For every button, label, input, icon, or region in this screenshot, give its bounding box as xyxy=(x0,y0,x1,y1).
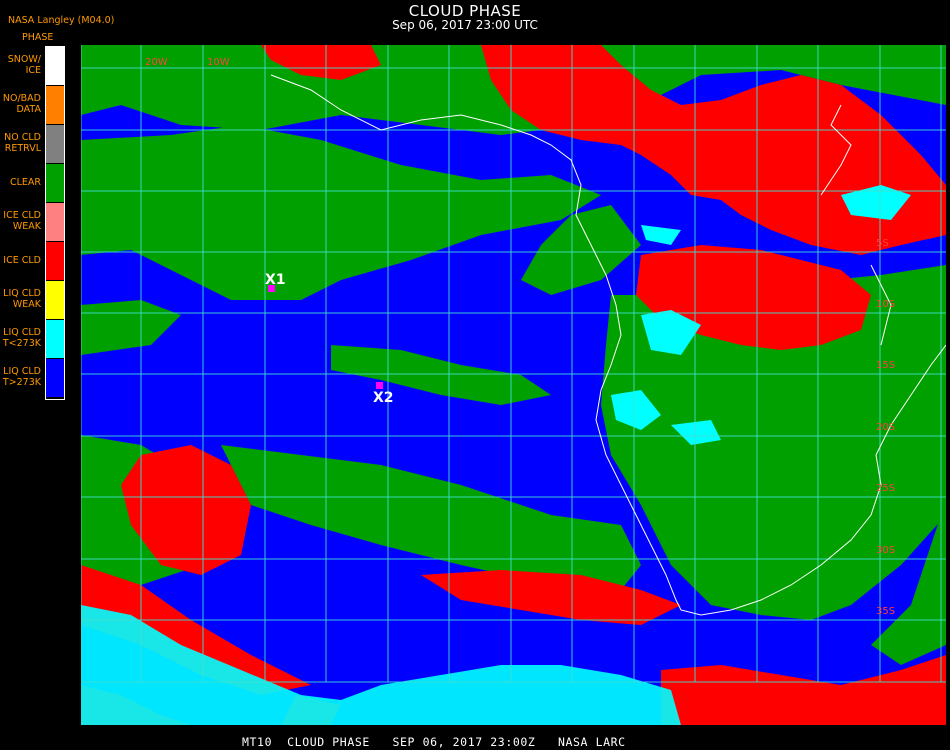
latitude-label: 5S xyxy=(876,238,889,249)
legend-label-line2: RETRVL xyxy=(4,143,41,154)
credit-label: NASA Langley (M04.0) xyxy=(8,15,115,26)
latitude-label: 15S xyxy=(876,360,895,371)
legend-label-line2: ICE xyxy=(25,65,41,76)
latitude-label: 30S xyxy=(876,545,895,556)
legend-label: SNOW/ICE xyxy=(0,54,41,76)
legend-label-line2: DATA xyxy=(16,104,41,115)
legend-swatch xyxy=(46,320,65,358)
latitude-label: 10S xyxy=(876,299,895,310)
latitude-label: 20S xyxy=(876,422,895,433)
legend-label-line1: LIQ CLD xyxy=(3,366,41,377)
legend-label: NO/BAD DATA xyxy=(0,93,41,115)
legend-swatch xyxy=(46,203,65,241)
marker-label: X2 xyxy=(373,390,394,406)
legend-label: LIQ CLD T>273K xyxy=(0,366,41,388)
legend-label-line1: CLEAR xyxy=(9,176,41,188)
latitude-label: 35S xyxy=(876,606,895,617)
legend-swatch xyxy=(46,359,65,397)
longitude-label: 10W xyxy=(207,57,230,68)
legend-label-line1: ICE CLD xyxy=(3,254,41,266)
legend-label-line1: ICE CLD xyxy=(3,210,41,221)
legend-label-line2: WEAK xyxy=(12,299,41,310)
legend-title: PHASE xyxy=(22,32,54,43)
legend-swatch xyxy=(46,86,65,124)
legend-label-line1: LIQ CLD xyxy=(3,327,41,338)
legend-swatch xyxy=(46,125,65,163)
map-canvas: 5S 10S 15S 20S 25S 30S 35S 20W 10W X1 X2 xyxy=(81,45,946,725)
latitude-label: 25S xyxy=(876,483,895,494)
marker-point[interactable] xyxy=(376,382,383,389)
chart-timestamp: Sep 06, 2017 23:00 UTC xyxy=(392,18,538,32)
footer-caption: MT10 CLOUD PHASE SEP 06, 2017 23:00Z NAS… xyxy=(242,735,626,749)
legend-label: ICE CLD WEAK xyxy=(0,210,41,232)
legend-label-line1: NO CLD xyxy=(4,132,41,143)
legend-label-line1: LIQ CLD xyxy=(3,288,41,299)
legend-label-line2: WEAK xyxy=(12,221,41,232)
legend-swatch xyxy=(46,47,65,85)
cloud-phase-map[interactable]: 5S 10S 15S 20S 25S 30S 35S 20W 10W X1 X2 xyxy=(81,45,946,725)
marker-label: X1 xyxy=(265,272,286,288)
legend-swatch xyxy=(46,281,65,319)
longitude-label: 20W xyxy=(145,57,168,68)
legend-label-line1: SNOW/ xyxy=(7,54,41,65)
legend-label: LIQ CLD T<273K xyxy=(0,327,41,349)
legend-label: NO CLD RETRVL xyxy=(0,132,41,154)
legend-swatch xyxy=(46,164,65,202)
legend-swatch xyxy=(46,242,65,280)
legend-label: LIQ CLD WEAK xyxy=(0,288,41,310)
legend-label-line2: T<273K xyxy=(2,338,41,349)
legend-label: CLEAR xyxy=(0,177,41,188)
legend-label: ICE CLD xyxy=(0,255,41,266)
legend-label-line1: NO/BAD xyxy=(2,93,41,104)
legend-label-line2: T>273K xyxy=(2,377,41,388)
